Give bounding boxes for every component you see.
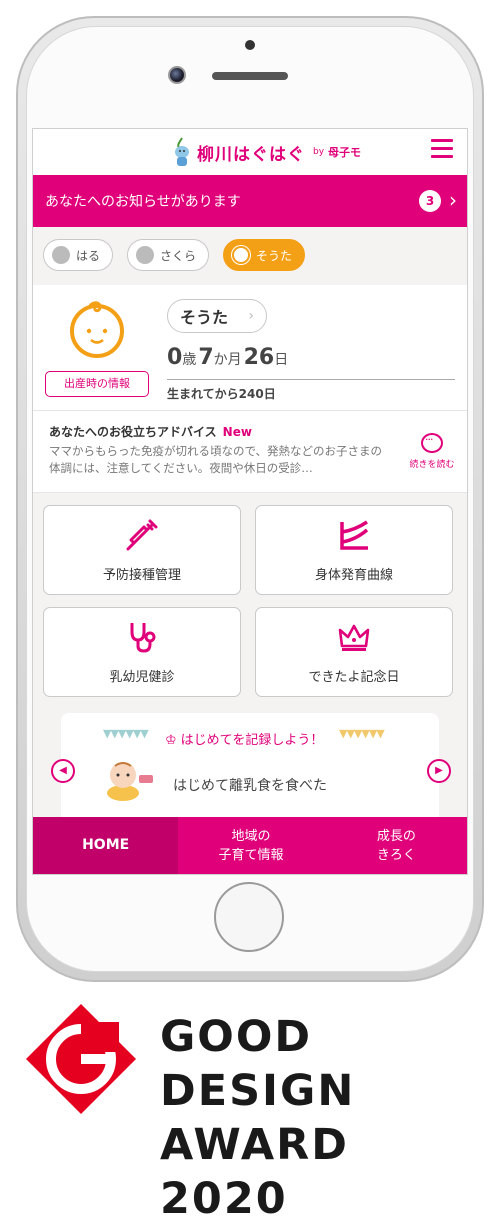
read-more-label: 続きを読む xyxy=(409,460,455,470)
logo-by: by xyxy=(313,147,325,157)
notification-banner[interactable]: あなたへのお知らせがあります 3 › xyxy=(33,175,467,227)
carousel-card[interactable]: ▼▼▼▼▼▼ ▼▼▼▼▼▼ ♔ はじめてを記録しよう！ はじめて離乳食を食べた xyxy=(61,713,439,823)
notification-text: あなたへのお知らせがあります xyxy=(45,194,241,210)
child-avatar-icon xyxy=(136,246,155,264)
bunting-right-decoration: ▼▼▼▼▼▼ xyxy=(339,727,385,740)
award-line1: GOOD DESIGN xyxy=(160,1012,356,1116)
child-selector: はる さくら そうた xyxy=(33,227,467,285)
phone-home-button[interactable] xyxy=(214,882,284,952)
age-months: 7 xyxy=(198,345,214,370)
milestone-tile[interactable]: できたよ記念日 xyxy=(255,607,453,697)
first-record-carousel: ▼▼▼▼▼▼ ▼▼▼▼▼▼ ♔ はじめてを記録しよう！ はじめて離乳食を食べた ◀… xyxy=(33,709,467,823)
new-badge: New xyxy=(222,425,252,439)
age-years: 0 xyxy=(167,345,183,370)
hamburger-menu-icon[interactable] xyxy=(431,139,453,159)
carousel-title-text: はじめてを記録しよう！ xyxy=(180,733,324,748)
menu-grid: 予防接種管理 身体発育曲線 乳幼児健診 できたよ記念日 xyxy=(33,493,467,709)
child-name: そうた xyxy=(180,308,229,327)
tile-label: 身体発育曲線 xyxy=(314,568,393,583)
mascot-icon xyxy=(175,137,189,166)
baby-eating-illustration xyxy=(107,762,153,801)
tile-label: できたよ記念日 xyxy=(308,670,400,685)
tile-label: 予防接種管理 xyxy=(102,568,181,583)
growth-curve-tile[interactable]: 身体発育曲線 xyxy=(255,505,453,595)
age-days-unit: 日 xyxy=(274,352,289,368)
advice-body: ママからもらった免疫が切れる頃なので、発熱などのお子さまの体調には、注意してくだ… xyxy=(49,444,383,475)
notification-count-badge: 3 xyxy=(419,190,441,212)
carousel-next-button[interactable]: ▶ xyxy=(427,759,451,783)
crown-icon: ♔ xyxy=(165,733,177,748)
advice-card[interactable]: あなたへのお役立ちアドバイス New ママからもらった免疫が切れる頃なので、発熱な… xyxy=(33,411,467,493)
app-header: 柳川はぐはぐ by 母子モ xyxy=(33,129,467,175)
speech-bubble-icon xyxy=(421,433,443,453)
crown-icon xyxy=(338,624,370,651)
child-tab-haru[interactable]: はる xyxy=(43,239,114,271)
award-line2: AWARD 2020 xyxy=(160,1120,349,1224)
syringe-icon xyxy=(126,519,158,551)
nav-growth-record[interactable]: 成長の きろく xyxy=(324,817,467,874)
child-name-button[interactable]: そうた › xyxy=(167,299,267,333)
read-more-button[interactable]: 続きを読む xyxy=(409,433,455,470)
child-tab-souta[interactable]: そうた xyxy=(223,239,306,271)
earpiece-speaker xyxy=(212,72,288,80)
child-tab-label: そうた xyxy=(256,248,293,263)
nav-home[interactable]: HOME xyxy=(33,817,179,874)
child-tab-sakura[interactable]: さくら xyxy=(127,239,210,271)
health-checkup-tile[interactable]: 乳幼児健診 xyxy=(43,607,241,697)
age-years-unit: 歳 xyxy=(182,352,197,368)
advice-title-text: あなたへのお役立ちアドバイス xyxy=(49,425,217,439)
award-title: GOOD DESIGN AWARD 2020 xyxy=(160,1010,490,1226)
bottom-navigation: HOME 地域の 子育て情報 成長の きろく xyxy=(33,817,467,874)
tile-label: 乳幼児健診 xyxy=(109,670,175,685)
growth-chart-icon xyxy=(340,520,369,550)
good-design-g-mark-icon xyxy=(26,1004,136,1114)
carousel-item-text: はじめて離乳食を食べた xyxy=(173,778,327,794)
child-avatar-icon xyxy=(232,246,251,264)
child-profile-card: 出産時の情報 そうた › 0 歳 7 か月 26 日 生まれてから240日 xyxy=(33,285,467,411)
front-sensor xyxy=(245,40,255,50)
logo-brand: 母子モ xyxy=(328,146,362,159)
age-days: 26 xyxy=(243,345,275,370)
divider xyxy=(167,379,455,380)
child-tab-label: はる xyxy=(76,248,101,263)
child-avatar-icon xyxy=(52,246,70,264)
logo-title: 柳川はぐはぐ xyxy=(197,144,305,165)
days-since-birth: 生まれてから240日 xyxy=(167,387,276,401)
chevron-right-icon: › xyxy=(449,188,457,212)
child-tab-label: さくら xyxy=(160,248,197,263)
baby-face-icon xyxy=(70,301,124,358)
birth-info-button[interactable]: 出産時の情報 xyxy=(45,371,149,397)
chevron-right-icon: › xyxy=(248,308,254,324)
vaccination-tile[interactable]: 予防接種管理 xyxy=(43,505,241,595)
age-months-unit: か月 xyxy=(213,352,242,368)
advice-title: あなたへのお役立ちアドバイス New xyxy=(49,423,252,440)
carousel-title: ♔ はじめてを記録しよう！ xyxy=(165,729,323,748)
carousel-prev-button[interactable]: ◀ xyxy=(51,759,75,783)
app-screen: 柳川はぐはぐ by 母子モ あなたへのお知らせがあります 3 › はる さくら … xyxy=(32,128,468,875)
bunting-left-decoration: ▼▼▼▼▼▼ xyxy=(103,727,149,740)
child-age: 0 歳 7 か月 26 日 xyxy=(167,345,290,370)
nav-local-info[interactable]: 地域の 子育て情報 xyxy=(178,817,323,874)
app-logo[interactable]: 柳川はぐはぐ by 母子モ xyxy=(171,137,361,167)
stethoscope-icon xyxy=(130,623,156,653)
front-camera xyxy=(168,66,186,84)
